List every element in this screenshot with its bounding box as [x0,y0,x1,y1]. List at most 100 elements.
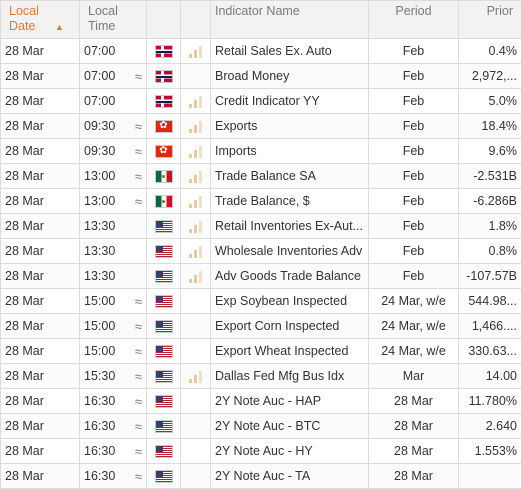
row-date: 28 Mar [0,138,80,164]
row-period: Feb [368,113,459,139]
table-row[interactable]: 28 Mar 13:00 ≈ Trade Balance, $ Feb -6.28… [0,188,521,214]
importance-bars-icon [189,95,202,108]
table-row[interactable]: 28 Mar 16:30 ≈ 2Y Note Auc - TA 28 Mar [0,463,521,489]
table-row[interactable]: 28 Mar 07:00 Credit Indicator YY Feb 5.0… [0,88,521,114]
table-row[interactable]: 28 Mar 16:30 ≈ 2Y Note Auc - HAP 28 Mar 1… [0,388,521,414]
row-indicator-name[interactable]: Exp Soybean Inspected [210,288,369,314]
row-time: 07:00 [84,94,116,108]
row-indicator-name[interactable]: Export Wheat Inspected [210,338,369,364]
table-row[interactable]: 28 Mar 15:00 ≈ Export Corn Inspected 24 M… [0,313,521,339]
row-date: 28 Mar [0,313,80,339]
table-row[interactable]: 28 Mar 15:30 ≈ Dallas Fed Mfg Bus Idx Mar… [0,363,521,389]
row-period: Mar [368,363,459,389]
row-date: 28 Mar [0,238,80,264]
row-indicator-name[interactable]: Imports [210,138,369,164]
row-date: 28 Mar [0,413,80,439]
row-indicator-name[interactable]: Adv Goods Trade Balance [210,263,369,289]
row-date: 28 Mar [0,113,80,139]
row-prior [458,463,521,489]
row-prior: 1.553% [458,438,521,464]
row-date: 28 Mar [0,288,80,314]
row-time: 15:00 [84,294,116,308]
row-prior: 0.8% [458,238,521,264]
row-indicator-name[interactable]: Broad Money [210,63,369,89]
row-indicator-name[interactable]: Credit Indicator YY [210,88,369,114]
importance-bars-icon [189,270,202,283]
row-indicator-name[interactable]: 2Y Note Auc - HAP [210,388,369,414]
local-date-header-label: Local Date [9,4,39,33]
local-time-header-label: Local Time [88,4,118,33]
table-row[interactable]: 28 Mar 16:30 ≈ 2Y Note Auc - BTC 28 Mar 2… [0,413,521,439]
column-header-indicator-name[interactable]: Indicator Name [210,0,369,39]
row-prior: 1.8% [458,213,521,239]
importance-bars-icon [189,370,202,383]
us-flag-icon [155,446,172,458]
approximate-time-icon: ≈ [134,193,142,209]
row-date: 28 Mar [0,213,80,239]
row-indicator-name[interactable]: Retail Inventories Ex-Aut... [210,213,369,239]
table-row[interactable]: 28 Mar 13:30 Adv Goods Trade Balance Feb… [0,263,521,289]
row-date: 28 Mar [0,163,80,189]
row-indicator-name[interactable]: Exports [210,113,369,139]
approximate-time-icon: ≈ [134,418,142,434]
table-row[interactable]: 28 Mar 15:00 ≈ Export Wheat Inspected 24 … [0,338,521,364]
row-prior: 9.6% [458,138,521,164]
column-header-prior[interactable]: Prior [458,0,521,39]
row-indicator-name[interactable]: 2Y Note Auc - HY [210,438,369,464]
row-prior: 14.00 [458,363,521,389]
prior-header-label: Prior [486,4,513,18]
row-time: 16:30 [84,444,116,458]
table-row[interactable]: 28 Mar 07:00 ≈ Broad Money Feb 2,972,... [0,63,521,89]
row-indicator-name[interactable]: 2Y Note Auc - TA [210,463,369,489]
column-header-local-date[interactable]: Local Date ▲ [0,0,80,39]
sort-ascending-icon[interactable]: ▲ [55,22,64,32]
column-header-period[interactable]: Period [368,0,459,39]
importance-bars-icon [189,170,202,183]
row-date: 28 Mar [0,63,80,89]
row-date: 28 Mar [0,363,80,389]
row-time: 15:30 [84,369,116,383]
row-period: Feb [368,138,459,164]
column-header-local-time[interactable]: Local Time [79,0,147,39]
us-flag-icon [155,346,172,358]
row-period: 28 Mar [368,388,459,414]
importance-bars-icon [189,45,202,58]
row-indicator-name[interactable]: Wholesale Inventories Adv [210,238,369,264]
row-indicator-name[interactable]: Retail Sales Ex. Auto [210,38,369,64]
table-row[interactable]: 28 Mar 13:00 ≈ Trade Balance SA Feb -2.53… [0,163,521,189]
approximate-time-icon: ≈ [134,343,142,359]
table-row[interactable]: 28 Mar 15:00 ≈ Exp Soybean Inspected 24 M… [0,288,521,314]
row-time: 16:30 [84,394,116,408]
approximate-time-icon: ≈ [134,293,142,309]
hong-kong-flag-icon [155,144,172,158]
row-period: 24 Mar, w/e [368,313,459,339]
row-prior: 544.98... [458,288,521,314]
row-time: 09:30 [84,119,116,133]
row-indicator-name[interactable]: Trade Balance, $ [210,188,369,214]
row-prior: -6.286B [458,188,521,214]
row-time: 09:30 [84,144,116,158]
row-indicator-name[interactable]: Trade Balance SA [210,163,369,189]
table-row[interactable]: 28 Mar 09:30 ≈ Imports Feb 9.6% [0,138,521,164]
approximate-time-icon: ≈ [134,143,142,159]
table-row[interactable]: 28 Mar 13:30 Retail Inventories Ex-Aut..… [0,213,521,239]
mexico-flag-icon [155,171,172,183]
table-row[interactable]: 28 Mar 09:30 ≈ Exports Feb 18.4% [0,113,521,139]
row-indicator-name[interactable]: Dallas Fed Mfg Bus Idx [210,363,369,389]
row-time: 13:30 [84,219,116,233]
table-row[interactable]: 28 Mar 16:30 ≈ 2Y Note Auc - HY 28 Mar 1.… [0,438,521,464]
row-prior: 1,466.... [458,313,521,339]
norway-flag-icon [155,96,172,108]
row-prior: 11.780% [458,388,521,414]
importance-bars-icon [189,245,202,258]
table-row[interactable]: 28 Mar 07:00 Retail Sales Ex. Auto Feb 0… [0,38,521,64]
row-indicator-name[interactable]: 2Y Note Auc - BTC [210,413,369,439]
table-row[interactable]: 28 Mar 13:30 Wholesale Inventories Adv F… [0,238,521,264]
us-flag-icon [155,371,172,383]
column-header-importance [180,0,211,39]
us-flag-icon [155,221,172,233]
row-prior: 5.0% [458,88,521,114]
norway-flag-icon [155,46,172,58]
row-indicator-name[interactable]: Export Corn Inspected [210,313,369,339]
row-time: 13:00 [84,194,116,208]
